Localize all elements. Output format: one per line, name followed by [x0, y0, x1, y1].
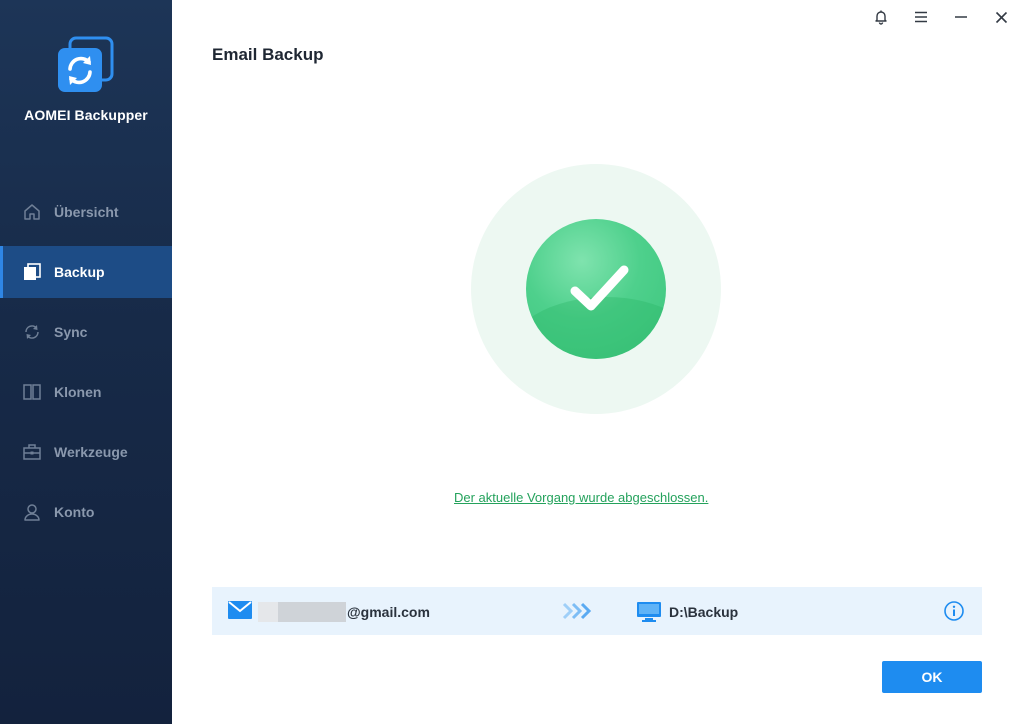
computer-icon — [637, 602, 661, 627]
sidebar-item-klonen[interactable]: Klonen — [0, 366, 172, 418]
aomei-sync-logo-icon — [58, 36, 114, 92]
page-title: Email Backup — [212, 45, 324, 64]
sidebar-item-werkzeuge[interactable]: Werkzeuge — [0, 426, 172, 478]
success-check-icon — [526, 219, 666, 359]
sidebar-item-label: Sync — [54, 324, 88, 340]
sidebar-item-label: Übersicht — [54, 204, 119, 220]
menu-icon[interactable] — [910, 7, 932, 27]
redacted-email-mask — [258, 602, 278, 622]
toolbox-icon — [22, 442, 42, 462]
sidebar-nav: Übersicht Backup Sync Klonen Werkzeuge K… — [0, 186, 172, 546]
app-name: AOMEI Backupper — [24, 107, 148, 123]
clone-icon — [22, 382, 42, 402]
sidebar: AOMEI Backupper Übersicht Backup Sync Kl… — [0, 0, 172, 724]
sidebar-item-sync[interactable]: Sync — [0, 306, 172, 358]
redacted-email-mask — [278, 602, 346, 622]
minimize-icon[interactable] — [950, 7, 972, 27]
user-icon — [22, 502, 42, 522]
ok-button[interactable]: OK — [882, 661, 982, 693]
sidebar-item-uebersicht[interactable]: Übersicht — [0, 186, 172, 238]
backup-copy-icon — [22, 262, 42, 282]
status-message-link[interactable]: Der aktuelle Vorgang wurde abgeschlossen… — [454, 490, 708, 505]
sidebar-item-label: Konto — [54, 504, 95, 520]
sidebar-item-backup[interactable]: Backup — [0, 246, 172, 298]
home-icon — [22, 202, 42, 222]
source-email: @gmail.com — [347, 604, 430, 620]
bell-icon[interactable] — [870, 7, 892, 27]
info-icon[interactable] — [943, 600, 965, 627]
close-icon[interactable] — [990, 7, 1012, 27]
app-window: AOMEI Backupper Übersicht Backup Sync Kl… — [0, 0, 1021, 724]
backup-path-row: @gmail.com D:\Backup — [212, 587, 982, 635]
sidebar-item-label: Werkzeuge — [54, 444, 128, 460]
destination-path: D:\Backup — [669, 604, 739, 620]
sidebar-item-label: Klonen — [54, 384, 102, 400]
triple-chevron-right-icon — [562, 600, 594, 627]
sync-icon — [22, 322, 42, 342]
sidebar-item-label: Backup — [54, 264, 105, 280]
sidebar-item-konto[interactable]: Konto — [0, 486, 172, 538]
mail-icon — [228, 601, 252, 624]
